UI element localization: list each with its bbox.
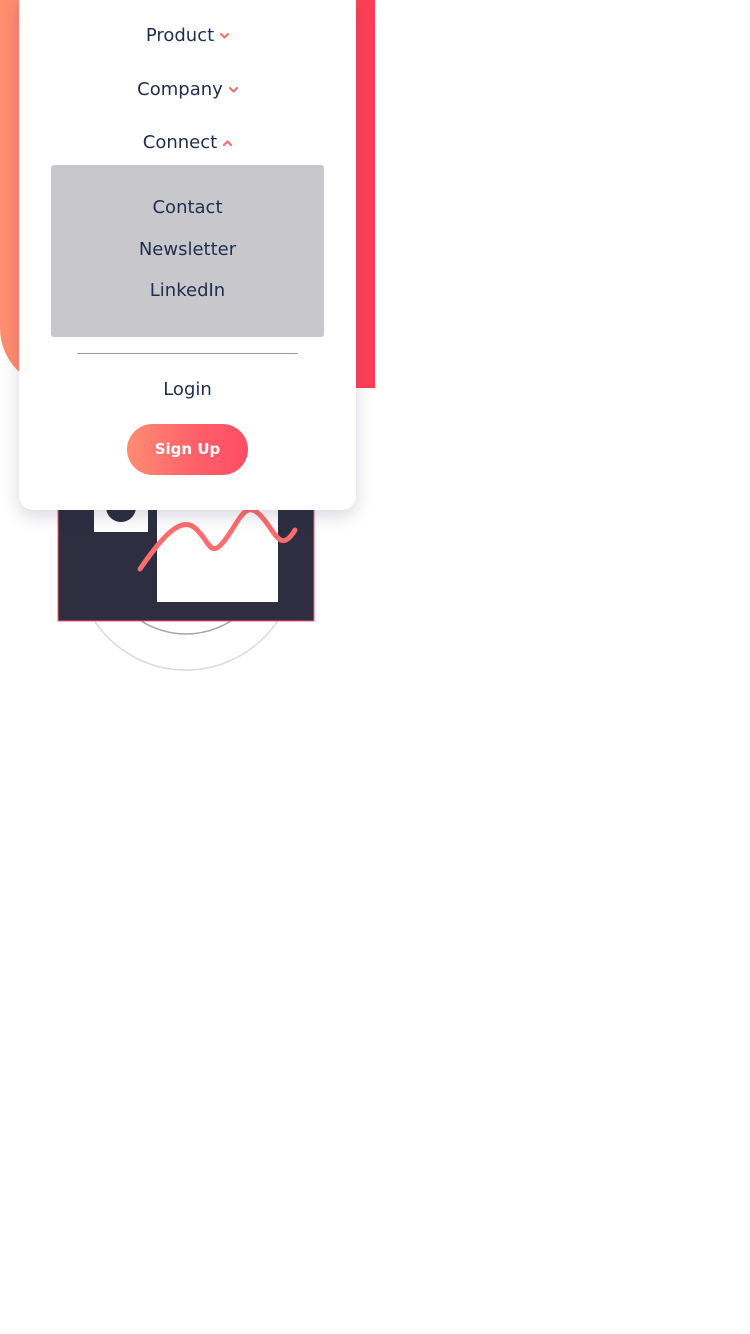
menu-divider — [77, 353, 298, 354]
connect-submenu: Contact Newsletter LinkedIn — [51, 165, 324, 337]
nav-item-product[interactable]: Product — [19, 25, 356, 46]
nav-item-connect-label: Connect — [142, 132, 218, 153]
login-link[interactable]: Login — [19, 379, 356, 400]
page: Product Company Connect Contact Newslett… — [0, 0, 750, 1334]
submenu-item-contact[interactable]: Contact — [51, 197, 324, 218]
nav-item-company-label: Company — [137, 79, 223, 100]
nav-item-product-label: Product — [145, 25, 215, 46]
chevron-down-icon — [228, 87, 238, 93]
chevron-up-icon — [223, 140, 233, 146]
signup-button[interactable]: Sign Up — [127, 424, 248, 475]
nav-item-company[interactable]: Company — [19, 79, 356, 100]
submenu-item-newsletter[interactable]: Newsletter — [51, 239, 324, 260]
nav-item-connect[interactable]: Connect — [19, 132, 356, 153]
chevron-down-icon — [220, 33, 230, 39]
submenu-item-linkedin[interactable]: LinkedIn — [51, 280, 324, 301]
mobile-menu: Product Company Connect Contact Newslett… — [19, 0, 356, 510]
